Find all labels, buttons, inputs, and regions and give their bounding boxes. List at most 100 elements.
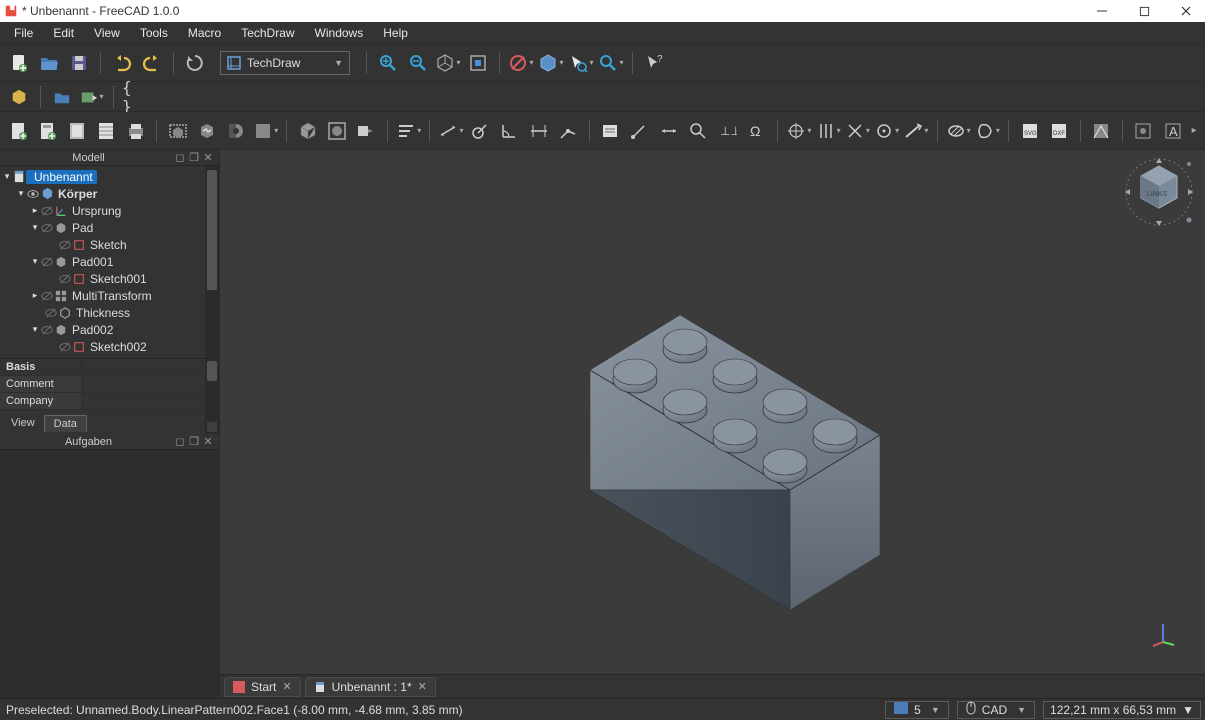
insert-view-button[interactable] — [165, 118, 190, 144]
leader-line-button[interactable] — [627, 118, 652, 144]
stack-top-button[interactable]: ▾ — [396, 118, 421, 144]
tree-item-sketch001[interactable]: Sketch001 — [0, 270, 219, 287]
props-value[interactable] — [82, 376, 219, 392]
broken-view-button[interactable] — [195, 118, 220, 144]
group-button[interactable] — [49, 84, 75, 110]
cosmetic-line-button[interactable]: ▾ — [845, 118, 870, 144]
balloon-button[interactable] — [685, 118, 710, 144]
panel-close-button[interactable]: ✕ — [201, 151, 215, 164]
eye-off-icon[interactable] — [58, 340, 72, 354]
save-button[interactable] — [66, 50, 92, 76]
panel-undock-button[interactable]: ❐ — [187, 435, 201, 448]
cosmetic-vertex-button[interactable]: ▾ — [786, 118, 811, 144]
weld-symbol-button[interactable]: A — [1160, 118, 1185, 144]
chevron-down-icon[interactable]: ▼ — [1182, 703, 1194, 717]
projection-group-button[interactable] — [295, 118, 320, 144]
special-char-button[interactable]: Ω — [744, 118, 769, 144]
menu-windows[interactable]: Windows — [305, 24, 374, 42]
undo-button[interactable] — [109, 50, 135, 76]
model-tree[interactable]: ▾ Unbenannt ▾ Körper ▸ Ursprung — [0, 166, 219, 358]
export-svg-button[interactable]: SVG — [1017, 118, 1042, 144]
hatch-button[interactable]: ▾ — [945, 118, 970, 144]
close-icon[interactable]: ✕ — [282, 680, 291, 693]
menu-macro[interactable]: Macro — [178, 24, 231, 42]
tree-item-pad001[interactable]: ▾ Pad001 — [0, 253, 219, 270]
zoom-in-button[interactable] — [375, 50, 401, 76]
eye-off-icon[interactable] — [40, 289, 54, 303]
measure-button[interactable]: ▾ — [598, 50, 624, 76]
close-button[interactable] — [1179, 4, 1193, 18]
maximize-button[interactable] — [1137, 4, 1151, 18]
zoom-out-button[interactable] — [405, 50, 431, 76]
tree-item-pad[interactable]: ▾ Pad — [0, 219, 219, 236]
export-page-button[interactable] — [94, 118, 119, 144]
props-row-comment[interactable]: Comment — [0, 376, 219, 393]
menu-edit[interactable]: Edit — [43, 24, 84, 42]
props-value[interactable] — [82, 393, 219, 409]
landmark-dim-button[interactable]: ⊥⊥ — [715, 118, 740, 144]
length-dim-button[interactable]: ▾ — [438, 118, 463, 144]
print-button[interactable] — [123, 118, 148, 144]
tree-item-thickness[interactable]: Thickness — [0, 304, 219, 321]
dim-link-button[interactable] — [656, 118, 681, 144]
centerline-button[interactable]: ▾ — [815, 118, 840, 144]
menu-help[interactable]: Help — [373, 24, 418, 42]
eye-off-icon[interactable] — [40, 255, 54, 269]
panel-close-button[interactable]: ✕ — [201, 435, 215, 448]
draw-style-button[interactable]: ▾ — [508, 50, 534, 76]
radius-dim-button[interactable] — [468, 118, 493, 144]
annotation-button[interactable] — [598, 118, 623, 144]
menu-techdraw[interactable]: TechDraw — [231, 24, 304, 42]
decorate-line-button[interactable]: ▾ — [903, 118, 928, 144]
tree-item-ursprung[interactable]: ▸ Ursprung — [0, 202, 219, 219]
panel-float-button[interactable]: ◻ — [173, 151, 187, 164]
close-icon[interactable]: ✕ — [418, 680, 427, 693]
menu-tools[interactable]: Tools — [130, 24, 178, 42]
detail-view-button[interactable]: ▾ — [253, 118, 278, 144]
whats-this-button[interactable]: ? — [641, 50, 667, 76]
tree-scrollbar[interactable] — [205, 166, 219, 358]
minimize-button[interactable] — [1095, 4, 1109, 18]
nav-style-select[interactable]: CAD ▼ — [957, 701, 1035, 719]
tree-item-sketch002[interactable]: Sketch002 — [0, 338, 219, 355]
panel-undock-button[interactable]: ❐ — [187, 151, 201, 164]
eye-off-icon[interactable] — [40, 204, 54, 218]
page-template-button[interactable] — [35, 118, 60, 144]
fit-view-button[interactable] — [465, 50, 491, 76]
select-mode-button[interactable]: ▾ — [568, 50, 594, 76]
section-view-button[interactable] — [224, 118, 249, 144]
tree-body-node[interactable]: ▾ Körper — [0, 185, 219, 202]
link-group-button[interactable]: ▾ — [79, 84, 105, 110]
panel-float-button[interactable]: ◻ — [173, 435, 187, 448]
export-dxf-button[interactable]: DXF — [1046, 118, 1071, 144]
tree-item-sketch[interactable]: Sketch — [0, 236, 219, 253]
workbench-select[interactable]: TechDraw ▼ — [220, 51, 350, 75]
props-scrollbar[interactable] — [205, 359, 219, 434]
redo-button[interactable] — [139, 50, 165, 76]
new-file-button[interactable] — [6, 50, 32, 76]
move-view-button[interactable] — [354, 118, 379, 144]
view-iso-button[interactable]: ▾ — [435, 50, 461, 76]
new-page-button[interactable] — [6, 118, 31, 144]
clip-group-button[interactable] — [325, 118, 350, 144]
eye-off-icon[interactable] — [58, 272, 72, 286]
3d-viewport[interactable]: LINKS Start ✕ — [220, 150, 1205, 698]
eye-icon[interactable] — [26, 187, 40, 201]
angle-dim-button[interactable] — [497, 118, 522, 144]
menu-view[interactable]: View — [84, 24, 130, 42]
redraw-page-button[interactable] — [65, 118, 90, 144]
bounding-box-button[interactable]: ▾ — [538, 50, 564, 76]
axo-dim-button[interactable] — [555, 118, 580, 144]
eye-off-icon[interactable] — [40, 221, 54, 235]
surface-finish-button[interactable] — [1088, 118, 1113, 144]
cosmetic-circle-button[interactable]: ▾ — [874, 118, 899, 144]
render-mode-select[interactable]: 5 ▼ — [885, 701, 949, 719]
open-file-button[interactable] — [36, 50, 62, 76]
eye-off-icon[interactable] — [40, 323, 54, 337]
tree-item-multitransform[interactable]: ▸ MultiTransform — [0, 287, 219, 304]
geom-hatch-button[interactable]: ▾ — [975, 118, 1000, 144]
eye-off-icon[interactable] — [58, 238, 72, 252]
braces-button[interactable]: { } — [122, 84, 148, 110]
doc-tab-start[interactable]: Start ✕ — [224, 677, 301, 697]
refresh-button[interactable] — [182, 50, 208, 76]
